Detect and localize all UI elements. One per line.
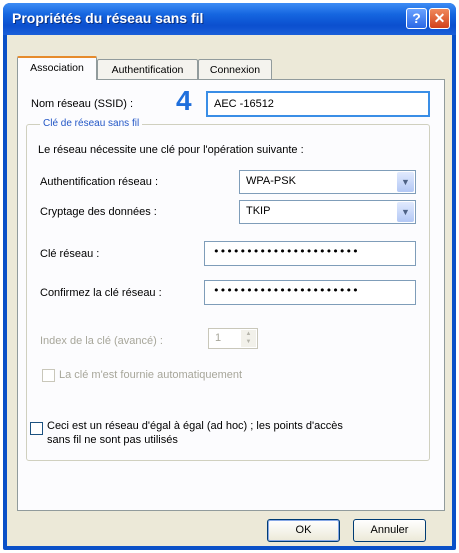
- help-button[interactable]: ?: [406, 8, 427, 29]
- key-index-value: 1: [215, 332, 222, 344]
- adhoc-label-line2: sans fil ne sont pas utilisés: [47, 434, 178, 446]
- title-bar[interactable]: Propriétés du réseau sans fil ? ✕: [3, 3, 456, 35]
- close-button[interactable]: ✕: [429, 8, 450, 29]
- auto-key-label: La clé m'est fournie automatiquement: [59, 369, 243, 381]
- auth-select[interactable]: WPA-PSK ▼: [239, 170, 416, 194]
- chevron-down-icon[interactable]: ▼: [397, 202, 414, 222]
- key-index-spinner: 1 ▲ ▼: [208, 328, 258, 349]
- auth-select-value: WPA-PSK: [246, 175, 296, 187]
- wireless-key-group-title: Clé de réseau sans fil: [40, 118, 143, 129]
- requires-key-text: Le réseau nécessite une clé pour l'opéra…: [38, 144, 304, 156]
- network-key-label: Clé réseau :: [40, 248, 100, 260]
- confirm-key-input[interactable]: ••••••••••••••••••••••: [204, 280, 416, 305]
- key-index-label: Index de la clé (avancé) :: [40, 335, 163, 347]
- ssid-label: Nom réseau (SSID) :: [31, 98, 134, 110]
- dialog-window: Propriétés du réseau sans fil ? ✕ Associ…: [3, 3, 456, 550]
- auth-label: Authentification réseau :: [40, 176, 159, 188]
- tab-connection[interactable]: Connexion: [198, 59, 272, 79]
- network-key-input[interactable]: ••••••••••••••••••••••: [204, 241, 416, 266]
- encryption-label: Cryptage des données :: [40, 206, 157, 218]
- tab-authentication[interactable]: Authentification: [97, 59, 198, 79]
- window-title: Propriétés du réseau sans fil: [12, 10, 204, 26]
- encryption-select-value: TKIP: [246, 205, 271, 217]
- spinner-arrows-icon: ▲ ▼: [241, 330, 256, 347]
- chevron-down-icon[interactable]: ▼: [397, 172, 414, 192]
- adhoc-label-line1: Ceci est un réseau d'égal à égal (ad hoc…: [47, 420, 343, 432]
- tab-association[interactable]: Association: [17, 56, 97, 80]
- cancel-button[interactable]: Annuler: [353, 519, 426, 542]
- auto-key-checkbox: [42, 369, 55, 382]
- confirm-key-label: Confirmez la clé réseau :: [40, 287, 162, 299]
- step-marker: 4: [176, 85, 192, 116]
- ssid-input[interactable]: AEC -16512: [206, 91, 430, 117]
- adhoc-checkbox[interactable]: [30, 422, 43, 435]
- ok-button[interactable]: OK: [267, 519, 340, 542]
- encryption-select[interactable]: TKIP ▼: [239, 200, 416, 224]
- dialog-client-area: Association Authentification Connexion N…: [7, 35, 452, 546]
